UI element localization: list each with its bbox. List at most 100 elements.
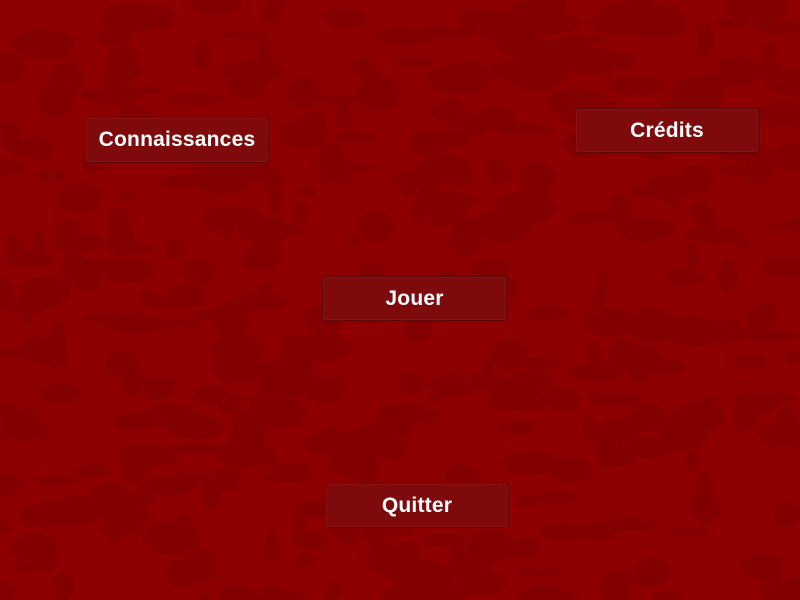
texture-blob xyxy=(100,2,164,33)
quit-button[interactable]: Quitter xyxy=(325,483,509,528)
texture-blob xyxy=(428,374,476,397)
texture-blob xyxy=(0,158,26,176)
texture-blob xyxy=(157,175,198,189)
texture-blob xyxy=(258,282,273,305)
texture-blob xyxy=(19,506,48,528)
texture-blob xyxy=(623,6,687,39)
texture-blob xyxy=(744,331,800,343)
texture-blob xyxy=(147,318,201,329)
texture-blob xyxy=(54,571,74,600)
texture-blob xyxy=(522,357,563,370)
texture-blob xyxy=(696,23,714,57)
texture-blob xyxy=(669,526,708,537)
texture-blob xyxy=(427,63,488,94)
texture-blob xyxy=(502,451,562,475)
texture-blob xyxy=(201,476,222,509)
texture-blob xyxy=(516,566,561,577)
texture-blob xyxy=(384,445,407,461)
texture-blob xyxy=(715,164,761,176)
texture-blob xyxy=(695,470,715,501)
texture-blob xyxy=(486,61,527,80)
texture-blob xyxy=(357,211,395,242)
texture-blob xyxy=(537,490,576,505)
texture-blob xyxy=(715,17,749,29)
texture-blob xyxy=(497,420,537,435)
texture-blob xyxy=(39,383,82,404)
credits-button-label: Crédits xyxy=(630,118,704,142)
texture-blob xyxy=(1,407,42,437)
texture-blob xyxy=(466,528,514,563)
texture-blob xyxy=(258,174,286,188)
texture-blob xyxy=(420,533,471,548)
texture-blob xyxy=(297,551,315,568)
knowledge-button-label: Connaissances xyxy=(98,128,256,151)
texture-blob xyxy=(487,161,512,185)
texture-blob xyxy=(732,355,767,370)
texture-blob xyxy=(598,448,636,468)
texture-blob xyxy=(478,107,516,132)
texture-blob xyxy=(264,530,279,564)
texture-blob xyxy=(258,34,273,66)
texture-blob xyxy=(490,339,529,371)
texture-blob xyxy=(35,168,64,184)
texture-blob xyxy=(400,182,417,195)
texture-blob xyxy=(417,191,479,210)
texture-blob xyxy=(414,155,472,184)
texture-blob xyxy=(76,463,110,478)
texture-blob xyxy=(537,524,589,541)
credits-button[interactable]: Crédits xyxy=(575,108,759,153)
texture-blob xyxy=(49,61,83,98)
texture-blob xyxy=(633,557,671,588)
texture-blob xyxy=(52,232,106,253)
texture-blob xyxy=(116,492,156,508)
texture-blob xyxy=(599,517,657,532)
texture-blob xyxy=(518,161,556,195)
texture-blob xyxy=(619,343,661,373)
texture-blob xyxy=(2,251,54,268)
texture-blob xyxy=(80,85,141,105)
texture-blob xyxy=(470,210,533,242)
texture-blob xyxy=(675,400,726,433)
texture-blob xyxy=(241,221,302,239)
play-button[interactable]: Jouer xyxy=(322,276,507,321)
texture-blob xyxy=(773,415,790,438)
texture-blob xyxy=(346,233,361,245)
texture-blob xyxy=(167,93,226,106)
texture-blob xyxy=(395,559,454,596)
texture-blob xyxy=(773,143,800,172)
texture-blob xyxy=(182,258,215,285)
texture-blob xyxy=(646,174,692,201)
texture-blob xyxy=(198,593,211,600)
texture-blob xyxy=(35,475,80,487)
texture-blob xyxy=(166,284,205,300)
knowledge-button[interactable]: Connaissances xyxy=(85,117,269,163)
play-button-label: Jouer xyxy=(385,286,444,310)
texture-blob xyxy=(106,45,139,71)
texture-blob xyxy=(718,259,738,292)
texture-blob xyxy=(1,119,22,155)
texture-blob xyxy=(335,103,352,131)
texture-blob xyxy=(598,50,612,82)
texture-blob xyxy=(515,494,540,509)
texture-blob xyxy=(25,136,53,162)
texture-blob xyxy=(85,187,104,199)
texture-blob xyxy=(108,228,137,256)
texture-blob xyxy=(732,391,796,404)
texture-blob xyxy=(247,241,282,271)
texture-blob xyxy=(257,453,278,466)
texture-blob xyxy=(514,537,540,558)
texture-blob xyxy=(594,271,609,300)
texture-blob xyxy=(0,52,27,83)
texture-blob xyxy=(292,200,308,224)
texture-blob xyxy=(324,580,341,600)
texture-blob xyxy=(684,452,701,473)
texture-blob xyxy=(0,472,21,498)
texture-blob xyxy=(671,76,723,110)
texture-blob xyxy=(496,29,546,58)
texture-blob xyxy=(294,531,329,550)
texture-blob xyxy=(261,364,320,398)
texture-blob xyxy=(61,251,90,286)
texture-blob xyxy=(210,352,266,384)
texture-blob xyxy=(756,300,779,327)
texture-blob xyxy=(741,554,785,581)
